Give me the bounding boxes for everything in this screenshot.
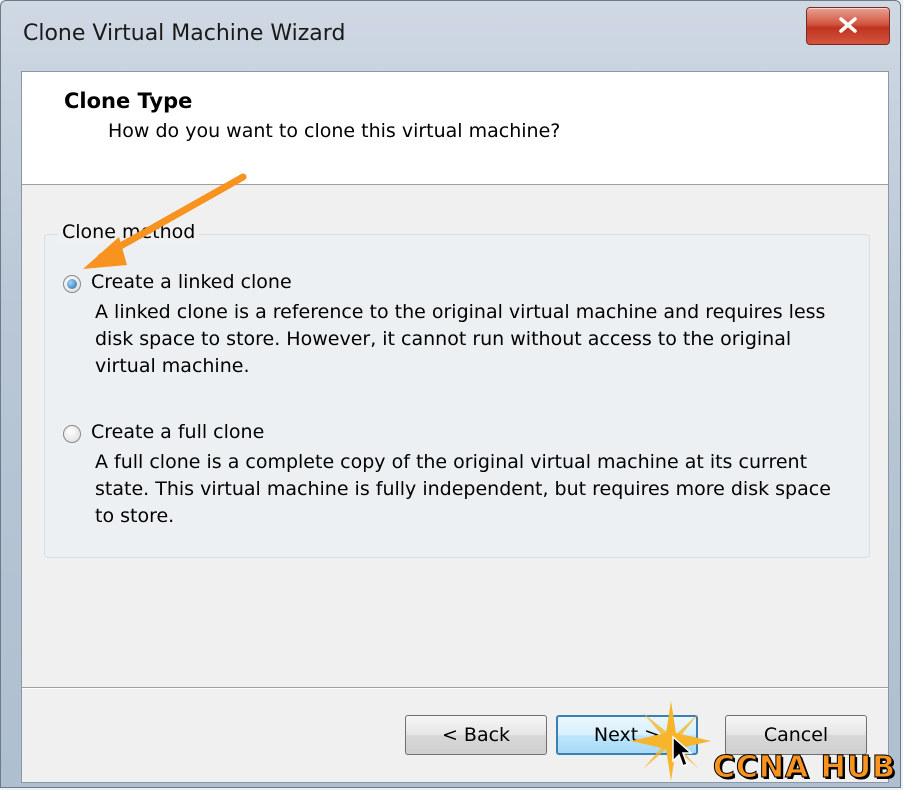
description-line: A full clone is a complete copy of the o… [95,451,808,473]
page-title: Clone Type [64,89,193,113]
full-clone-description: A full clone is a complete copy of the o… [95,449,835,530]
close-button[interactable] [806,7,890,45]
full-clone-radio[interactable] [63,425,81,443]
description-line: virtual machine. [95,355,250,377]
description-line: state. This virtual machine is fully ind… [95,478,831,500]
title-bar[interactable]: Clone Virtual Machine Wizard [1,1,900,71]
description-line: A linked clone is a reference to the ori… [95,301,826,323]
annotation-arrow-icon [61,169,251,283]
full-clone-label[interactable]: Create a full clone [91,421,264,443]
description-line: to store. [95,505,175,527]
page-subtitle: How do you want to clone this virtual ma… [108,120,561,142]
mouse-cursor-icon [671,735,693,773]
back-button[interactable]: < Back [405,715,547,755]
description-line: disk space to store. However, it cannot … [95,328,792,350]
watermark-logo: CCNA HUB [712,750,896,786]
linked-clone-description: A linked clone is a reference to the ori… [95,299,835,380]
footer-separator [22,687,888,689]
wizard-window: Clone Virtual Machine Wizard Clone Type … [0,0,901,788]
cancel-button[interactable]: Cancel [725,715,867,755]
window-title: Clone Virtual Machine Wizard [23,21,346,46]
